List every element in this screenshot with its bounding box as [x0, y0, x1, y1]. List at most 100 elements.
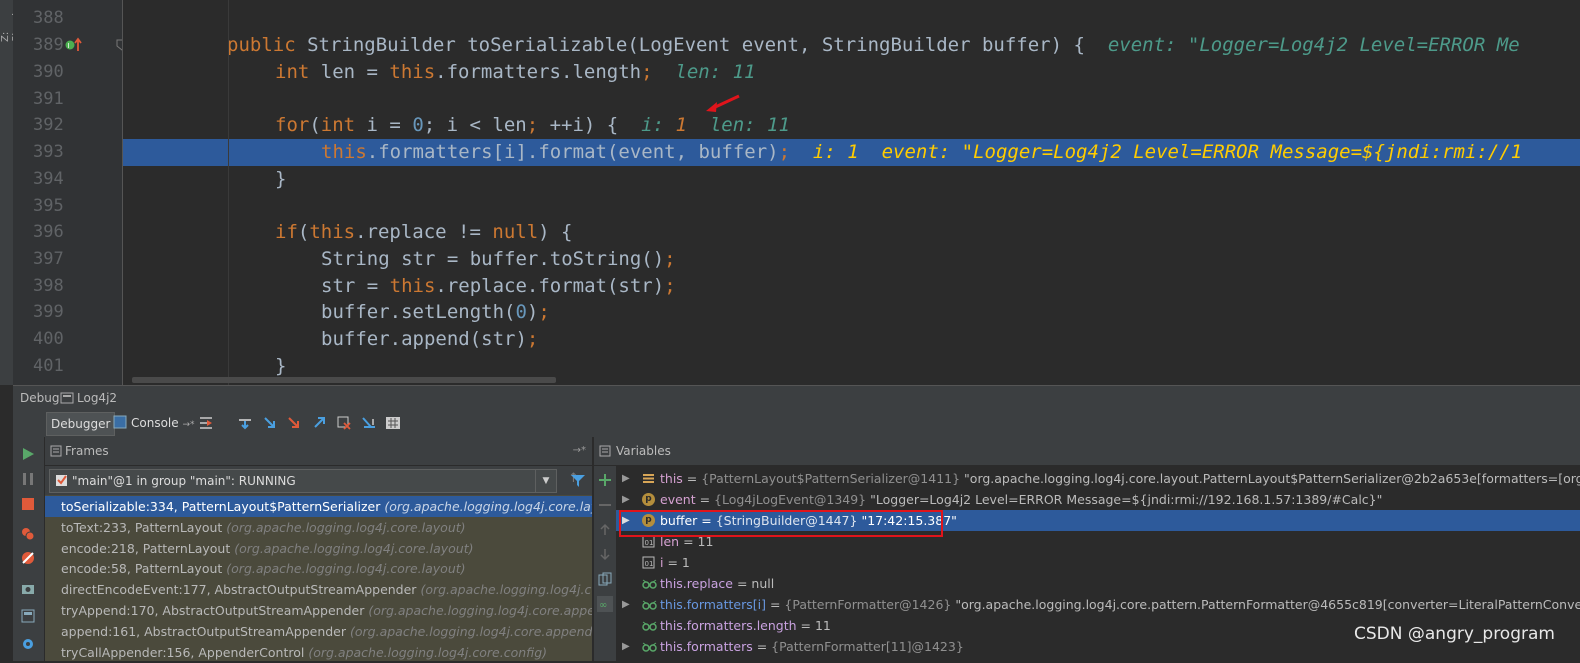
frames-title: Frames: [65, 444, 109, 458]
code-line-399: buffer.setLength(0);: [321, 301, 550, 323]
watches-toggle-icon[interactable]: ∞: [597, 596, 613, 612]
variable-row[interactable]: 01 i = 1: [616, 552, 1580, 573]
svg-text:I: I: [68, 42, 70, 50]
thread-dropdown-value: "main"@1 in group "main": RUNNING: [72, 474, 296, 488]
debug-tool-window-title: Debug Log4j2: [13, 385, 1580, 410]
variables-header: Variables: [594, 437, 1580, 466]
step-over-icon[interactable]: [237, 415, 253, 431]
line-number: 400: [33, 329, 64, 349]
tab-console[interactable]: Console →*: [127, 412, 199, 434]
frames-panel: Frames →* "main"@1 in group "main": RUNN…: [45, 437, 602, 663]
parameter-icon: p: [642, 493, 655, 506]
settings-gear-icon[interactable]: [21, 637, 35, 651]
console-icon: [113, 415, 127, 429]
line-number: 392: [33, 115, 64, 135]
red-arrow-annotation: [706, 94, 740, 112]
frames-header: Frames →*: [45, 437, 592, 466]
watch-glasses-icon: [642, 579, 657, 589]
copy-icon[interactable]: [598, 572, 612, 586]
frame-item[interactable]: encode:218, PatternLayout (org.apache.lo…: [45, 538, 592, 559]
line-number: 388: [33, 8, 64, 28]
variable-row[interactable]: this.replace = null: [616, 573, 1580, 594]
line-number: 398: [33, 276, 64, 296]
structure-tool-strip[interactable]: Z: Struct: [0, 0, 22, 385]
variable-row[interactable]: ▶ this = {PatternLayout$PatternSerialize…: [616, 468, 1580, 489]
variables-title: Variables: [616, 444, 671, 458]
mute-breakpoints-icon[interactable]: [21, 551, 35, 565]
thread-dropdown[interactable]: "main"@1 in group "main": RUNNING ▼: [49, 469, 557, 493]
line-number: 390: [33, 62, 64, 82]
pause-icon[interactable]: [21, 472, 35, 486]
code-line-400: buffer.append(str);: [321, 328, 539, 350]
editor-horizontal-scrollbar[interactable]: [132, 377, 556, 383]
code-line-396: if(this.replace != null) {: [275, 221, 573, 243]
editor-gutter: 388 389 390 391 392 393 394 395 396 397 …: [13, 0, 128, 385]
force-step-into-icon[interactable]: [286, 415, 302, 431]
svg-text:01: 01: [645, 560, 654, 568]
watch-glasses-icon: [642, 600, 657, 610]
code-line-394: }: [275, 168, 287, 190]
code-line-398: str = this.replace.format(str);: [321, 275, 676, 297]
step-out-icon[interactable]: [311, 415, 327, 431]
resume-icon[interactable]: [21, 447, 35, 461]
thread-selector-row: "main"@1 in group "main": RUNNING ▼ ↑ ↓: [45, 466, 602, 494]
line-number: 394: [33, 169, 64, 189]
primitive-icon: 01: [642, 556, 655, 569]
implements-method-icon[interactable]: I: [65, 37, 83, 53]
code-line-397: String str = buffer.toString();: [321, 248, 676, 270]
filter-icon[interactable]: [570, 474, 588, 488]
line-number: 395: [33, 196, 64, 216]
move-up-icon[interactable]: [598, 523, 612, 537]
line-number: 401: [33, 356, 64, 376]
new-watch-icon[interactable]: [598, 473, 612, 487]
code-line-392: for(int i = 0; i < len; ++i) { i: 1 len:…: [275, 114, 790, 136]
watch-glasses-icon: [642, 621, 657, 631]
evaluate-expression-icon[interactable]: [385, 415, 401, 431]
variables-icon: [599, 445, 611, 457]
line-number: 397: [33, 249, 64, 269]
restore-layout-icon[interactable]: [21, 609, 35, 623]
stop-icon[interactable]: [21, 497, 35, 511]
tab-debugger[interactable]: Debugger: [46, 412, 116, 436]
run-to-cursor-icon[interactable]: [361, 415, 377, 431]
camera-icon[interactable]: [21, 582, 35, 596]
drop-frame-icon[interactable]: [336, 415, 352, 431]
view-breakpoints-icon[interactable]: [21, 527, 35, 541]
frames-pin-icon[interactable]: →*: [573, 437, 586, 465]
structure-tab-label[interactable]: Z: Struct: [0, 2, 22, 42]
frame-item[interactable]: directEncodeEvent:177, AbstractOutputStr…: [45, 579, 592, 600]
code-line-401: }: [275, 355, 287, 377]
frame-item[interactable]: encode:58, PatternLayout (org.apache.log…: [45, 558, 592, 579]
watermark: CSDN @angry_program: [1354, 624, 1555, 644]
indent-guide: [228, 0, 229, 385]
watch-glasses-icon: [642, 642, 657, 652]
debugger-toolbar: Debugger Console →*: [13, 409, 1580, 438]
run-config-name[interactable]: Log4j2: [77, 386, 117, 410]
debug-side-toolbar: [13, 437, 45, 661]
thread-status-icon: [56, 475, 67, 486]
run-config-icon: [60, 392, 74, 404]
frame-item[interactable]: toSerializable:334, PatternLayout$Patter…: [45, 496, 592, 517]
frame-item[interactable]: tryAppend:170, AbstractOutputStreamAppen…: [45, 600, 592, 621]
code-line-390: int len = this.formatters.length; len: 1…: [275, 61, 756, 83]
chevron-down-icon[interactable]: ▼: [535, 470, 556, 492]
remove-watch-icon[interactable]: [598, 498, 612, 512]
show-execution-point-icon[interactable]: [198, 415, 214, 431]
frame-item[interactable]: tryCallAppender:156, AppenderControl (or…: [45, 642, 592, 663]
red-highlight-annotation: [619, 510, 943, 537]
code-editor[interactable]: public StringBuilder toSerializable(LogE…: [123, 0, 1580, 385]
line-number: 399: [33, 302, 64, 322]
step-into-icon[interactable]: [262, 415, 278, 431]
frame-item[interactable]: toText:233, PatternLayout (org.apache.lo…: [45, 517, 592, 538]
code-line-393-current: this.formatters[i].format(event, buffer)…: [123, 139, 1580, 166]
variable-row[interactable]: ▶ p event = {Log4jLogEvent@1349} "Logger…: [616, 489, 1580, 510]
move-down-icon[interactable]: [598, 547, 612, 561]
frame-item[interactable]: append:161, AbstractOutputStreamAppender…: [45, 621, 592, 642]
line-number: 391: [33, 89, 64, 109]
code-line-389: public StringBuilder toSerializable(LogE…: [227, 34, 1520, 56]
frames-icon: [50, 445, 62, 457]
variable-row[interactable]: ▶ this.formatters[i] = {PatternFormatter…: [616, 594, 1580, 615]
svg-text:∞: ∞: [599, 600, 607, 611]
line-number: 396: [33, 222, 64, 242]
field-list-icon: [643, 474, 654, 483]
